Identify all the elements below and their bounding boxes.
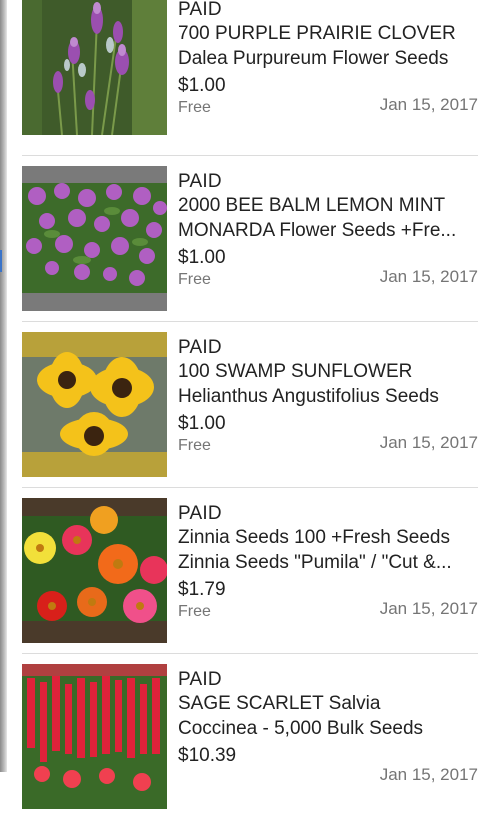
order-item[interactable]: PAID Zinnia Seeds 100 +Fresh Seeds Zinni… [0,488,500,654]
bee-balm-image [22,166,167,311]
order-item[interactable]: PAID 100 SWAMP SUNFLOWER Helianthus Angu… [0,322,500,488]
product-thumbnail [22,166,167,311]
order-status: PAID [178,171,222,192]
order-date: Jan 15, 2017 [379,267,478,286]
order-status: PAID [178,337,222,358]
product-title-line2: Dalea Purpureum Flower Seeds [178,47,449,69]
product-title-line1: 2000 BEE BALM LEMON MINT [178,195,446,216]
product-title-line2: Zinnia Seeds "Pumila" / "Cut &... [178,551,452,573]
purple-prairie-clover-image [22,0,167,135]
swamp-sunflower-image [22,332,167,477]
product-title-line1: 100 SWAMP SUNFLOWER [178,361,413,382]
product-title-line1: Zinnia Seeds 100 +Fresh Seeds [178,527,450,548]
product-thumbnail [22,664,167,809]
shipping-cost: Free [178,99,211,116]
order-date: Jan 15, 2017 [379,95,478,114]
order-status: PAID [178,0,222,20]
scarlet-sage-image [22,664,167,809]
shipping-cost: Free [178,437,211,454]
product-thumbnail [22,498,167,643]
order-date: Jan 15, 2017 [379,599,478,618]
product-title-line2: Coccinea - 5,000 Bulk Seeds [178,717,424,739]
order-status: PAID [178,669,222,690]
product-thumbnail [22,332,167,477]
zinnia-image [22,498,167,643]
order-item[interactable]: PAID 700 PURPLE PRAIRIE CLOVER Dalea Pur… [0,0,500,156]
product-title-line1: 700 PURPLE PRAIRIE CLOVER [178,23,456,44]
shipping-cost: Free [178,603,211,620]
product-title-line1: SAGE SCARLET Salvia [178,693,381,714]
order-date: Jan 15, 2017 [379,433,478,452]
shipping-cost: Free [178,271,211,288]
product-title-line2: MONARDA Flower Seeds +Fre... [178,219,457,241]
order-date: Jan 15, 2017 [379,765,478,784]
order-list: PAID 700 PURPLE PRAIRIE CLOVER Dalea Pur… [0,0,500,820]
product-title-line2: Helianthus Angustifolius Seeds [178,385,439,407]
order-status: PAID [178,503,222,524]
product-thumbnail [22,0,167,135]
order-item[interactable]: PAID SAGE SCARLET Salvia Coccinea - 5,00… [0,654,500,820]
order-item[interactable]: PAID 2000 BEE BALM LEMON MINT MONARDA Fl… [0,156,500,322]
